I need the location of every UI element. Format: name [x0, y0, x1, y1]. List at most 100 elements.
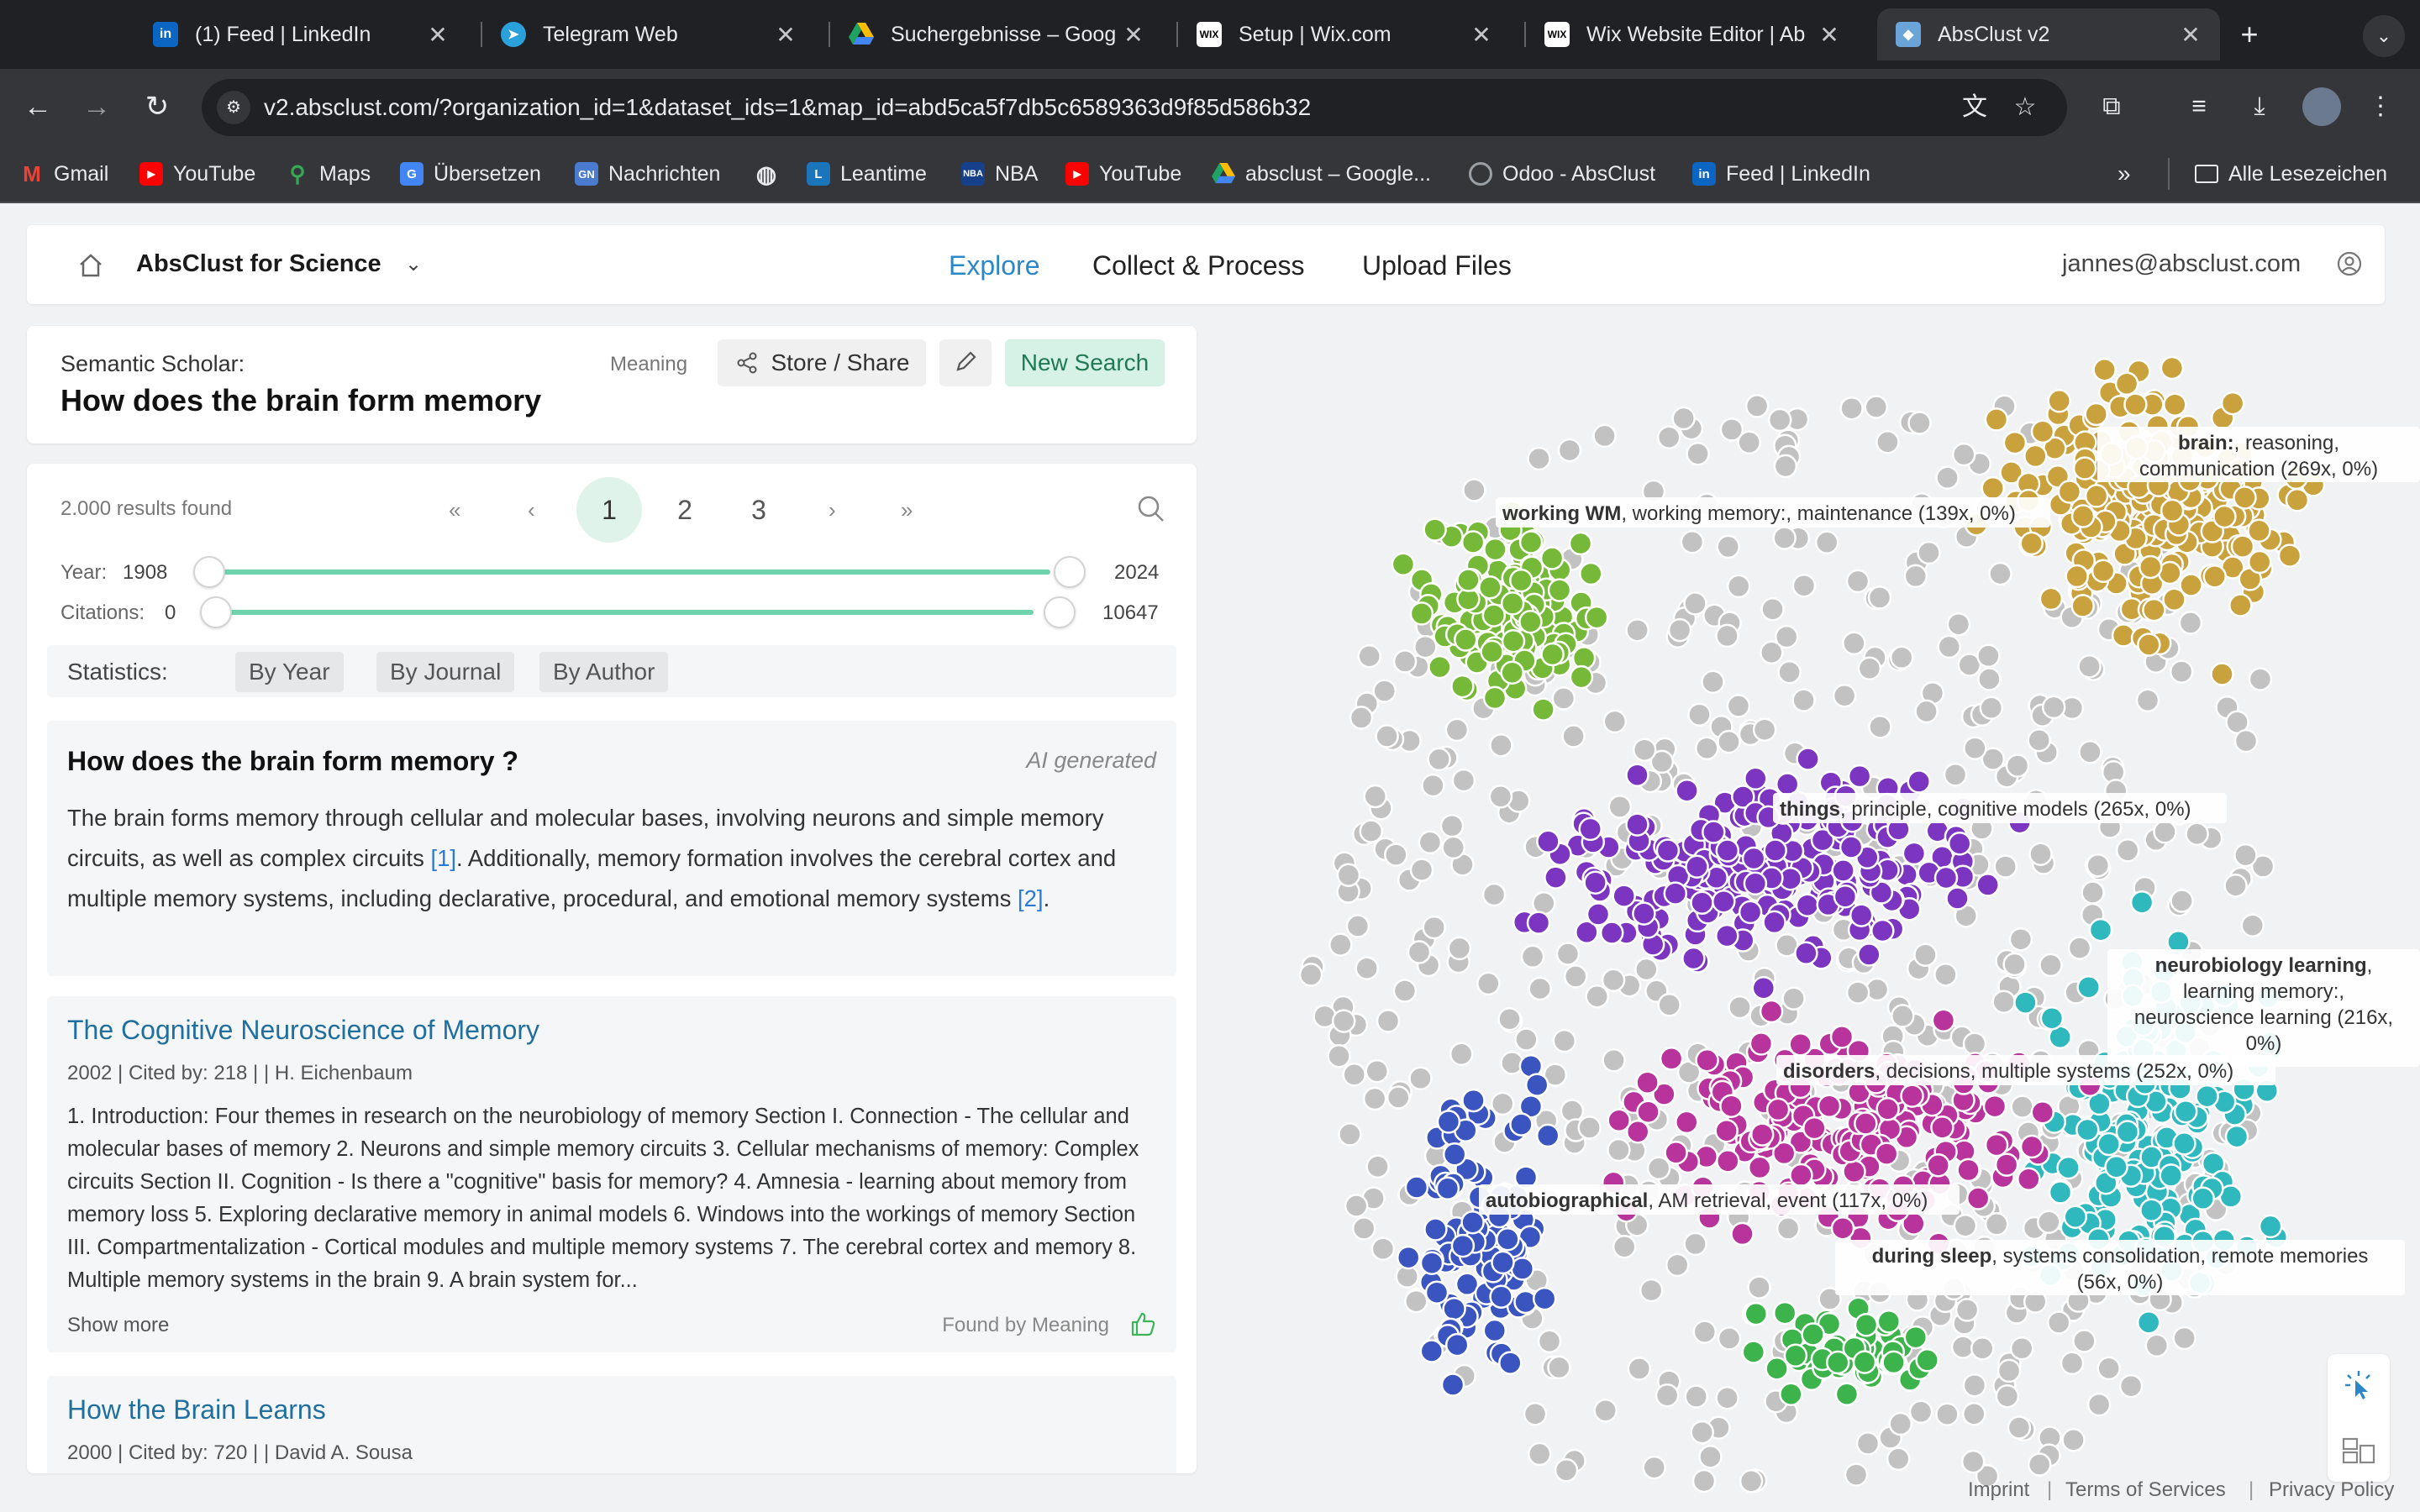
paper-point[interactable]: [2160, 355, 2185, 381]
paper-point[interactable]: [1695, 736, 1719, 761]
paper-point[interactable]: [1953, 1213, 1978, 1238]
paper-point[interactable]: [2067, 936, 2092, 960]
paper-point[interactable]: [1396, 1245, 1421, 1270]
paper-point[interactable]: [1460, 530, 1486, 554]
paper-point[interactable]: [1902, 841, 1927, 866]
paper-point[interactable]: [1634, 957, 1659, 982]
tab-google-search[interactable]: Suchergebnisse – Goog ✕: [830, 8, 1163, 60]
paper-point[interactable]: [1552, 1028, 1577, 1053]
paper-point[interactable]: [1996, 1358, 2022, 1383]
paper-point[interactable]: [1349, 706, 1374, 730]
paper-point[interactable]: [2163, 392, 2187, 417]
paper-point[interactable]: [1847, 764, 1872, 789]
page-3[interactable]: 3: [726, 477, 792, 543]
paper-point[interactable]: [1951, 442, 1976, 467]
paper-point[interactable]: [1749, 1032, 1774, 1056]
paper-point[interactable]: [1900, 1084, 1924, 1108]
tab-wix-editor[interactable]: WIX Wix Website Editor | Ab ✕: [1526, 8, 1859, 60]
paper-point[interactable]: [1744, 1301, 1769, 1326]
paper-point[interactable]: [2136, 1310, 2161, 1335]
paper-point[interactable]: [1532, 1286, 1557, 1311]
extensions-icon[interactable]: ⧉: [2092, 87, 2131, 126]
paper-point[interactable]: [1496, 1226, 1520, 1252]
paper-point[interactable]: [1370, 1236, 1396, 1261]
paper-point[interactable]: [2084, 402, 2108, 427]
paper-point[interactable]: [1338, 1122, 1362, 1147]
paper-point[interactable]: [2030, 419, 2055, 444]
bookmark-youtube[interactable]: ▶ YouTube: [139, 158, 255, 190]
paper-point[interactable]: [2060, 1351, 2085, 1376]
chevron-down-icon[interactable]: ⌄: [405, 252, 422, 276]
paper-point[interactable]: [1527, 1441, 1552, 1467]
paper-point[interactable]: [1681, 946, 1706, 971]
paper-point[interactable]: [1384, 843, 1408, 867]
paper-point[interactable]: [2139, 1198, 2164, 1222]
paper-point[interactable]: [1684, 1384, 1708, 1409]
paper-point[interactable]: [1554, 1458, 1579, 1483]
paper-point[interactable]: [2115, 838, 2140, 863]
footer-imprint[interactable]: Imprint: [1968, 1478, 2029, 1502]
paper-point[interactable]: [2039, 1005, 2065, 1031]
store-share-button[interactable]: Store / Share: [718, 339, 926, 386]
year-slider-max-handle[interactable]: [1054, 556, 1086, 588]
paper-point[interactable]: [1539, 546, 1565, 570]
paper-point[interactable]: [1891, 1004, 1915, 1028]
paper-point[interactable]: [2075, 1117, 2100, 1142]
close-tab-icon[interactable]: ✕: [1121, 21, 1146, 49]
paper-point[interactable]: [1945, 886, 1970, 911]
paper-point[interactable]: [1345, 914, 1370, 938]
bookmark-nba[interactable]: NBA NBA: [961, 158, 1038, 190]
paper-point[interactable]: [1984, 1212, 2009, 1236]
footer-privacy[interactable]: Privacy Policy: [2269, 1478, 2394, 1502]
paper-point[interactable]: [2047, 389, 2071, 413]
paper-point[interactable]: [1776, 1216, 1801, 1241]
paper-point[interactable]: [2008, 927, 2033, 952]
paper-point[interactable]: [1791, 688, 1816, 712]
user-email[interactable]: jannes@absclust.com: [2062, 250, 2301, 278]
paper-point[interactable]: [2258, 1214, 2283, 1239]
paper-point[interactable]: [1555, 942, 1581, 966]
citations-slider-max-handle[interactable]: [1044, 596, 1076, 628]
back-button[interactable]: ←: [17, 86, 59, 128]
paper-point[interactable]: [1907, 769, 1931, 794]
paper-point[interactable]: [1527, 446, 1551, 471]
paper-point[interactable]: [2115, 1120, 2140, 1144]
paper-point[interactable]: [1601, 968, 1626, 993]
prev-page-icon[interactable]: ‹: [528, 497, 535, 523]
stats-by-author-button[interactable]: By Author: [539, 652, 669, 692]
paper-point[interactable]: [2247, 518, 2271, 543]
paper-point[interactable]: [2070, 504, 2096, 528]
paper-point[interactable]: [1717, 729, 1741, 754]
paper-point[interactable]: [2072, 1329, 2096, 1353]
paper-point[interactable]: [1962, 1373, 1987, 1398]
paper-point[interactable]: [2137, 633, 2161, 657]
paper-point[interactable]: [2139, 554, 2163, 580]
paper-point[interactable]: [1852, 1350, 1877, 1374]
paper-point[interactable]: [1763, 838, 1787, 863]
paper-point[interactable]: [1444, 717, 1470, 743]
paper-point[interactable]: [1483, 537, 1507, 562]
paper-point[interactable]: [1829, 1025, 1854, 1049]
paper-point[interactable]: [1331, 1009, 1356, 1033]
paper-point[interactable]: [2065, 564, 2089, 589]
select-cursor-icon[interactable]: [2343, 1369, 2375, 1401]
paper-point[interactable]: [1719, 1094, 1744, 1118]
paper-point[interactable]: [1728, 995, 1752, 1020]
year-slider-min-handle[interactable]: [193, 556, 225, 588]
paper-point[interactable]: [1842, 1159, 1866, 1184]
profile-avatar[interactable]: [2302, 87, 2341, 126]
paper-point[interactable]: [1535, 1123, 1560, 1148]
paper-point[interactable]: [1488, 785, 1513, 809]
paper-point[interactable]: [1365, 1154, 1390, 1179]
paper-point[interactable]: [1685, 854, 1709, 879]
paper-point[interactable]: [1935, 1402, 1960, 1426]
paper-point[interactable]: [2170, 889, 2194, 913]
paper-point[interactable]: [1439, 813, 1465, 838]
paper-point[interactable]: [1715, 1385, 1739, 1410]
paper-point[interactable]: [2233, 486, 2257, 510]
paper-point[interactable]: [1943, 763, 1968, 787]
paper-point[interactable]: [1834, 1382, 1860, 1407]
paper-point[interactable]: [1962, 1032, 1987, 1056]
paper-point[interactable]: [1636, 1100, 1660, 1124]
paper-point[interactable]: [1489, 732, 1513, 758]
